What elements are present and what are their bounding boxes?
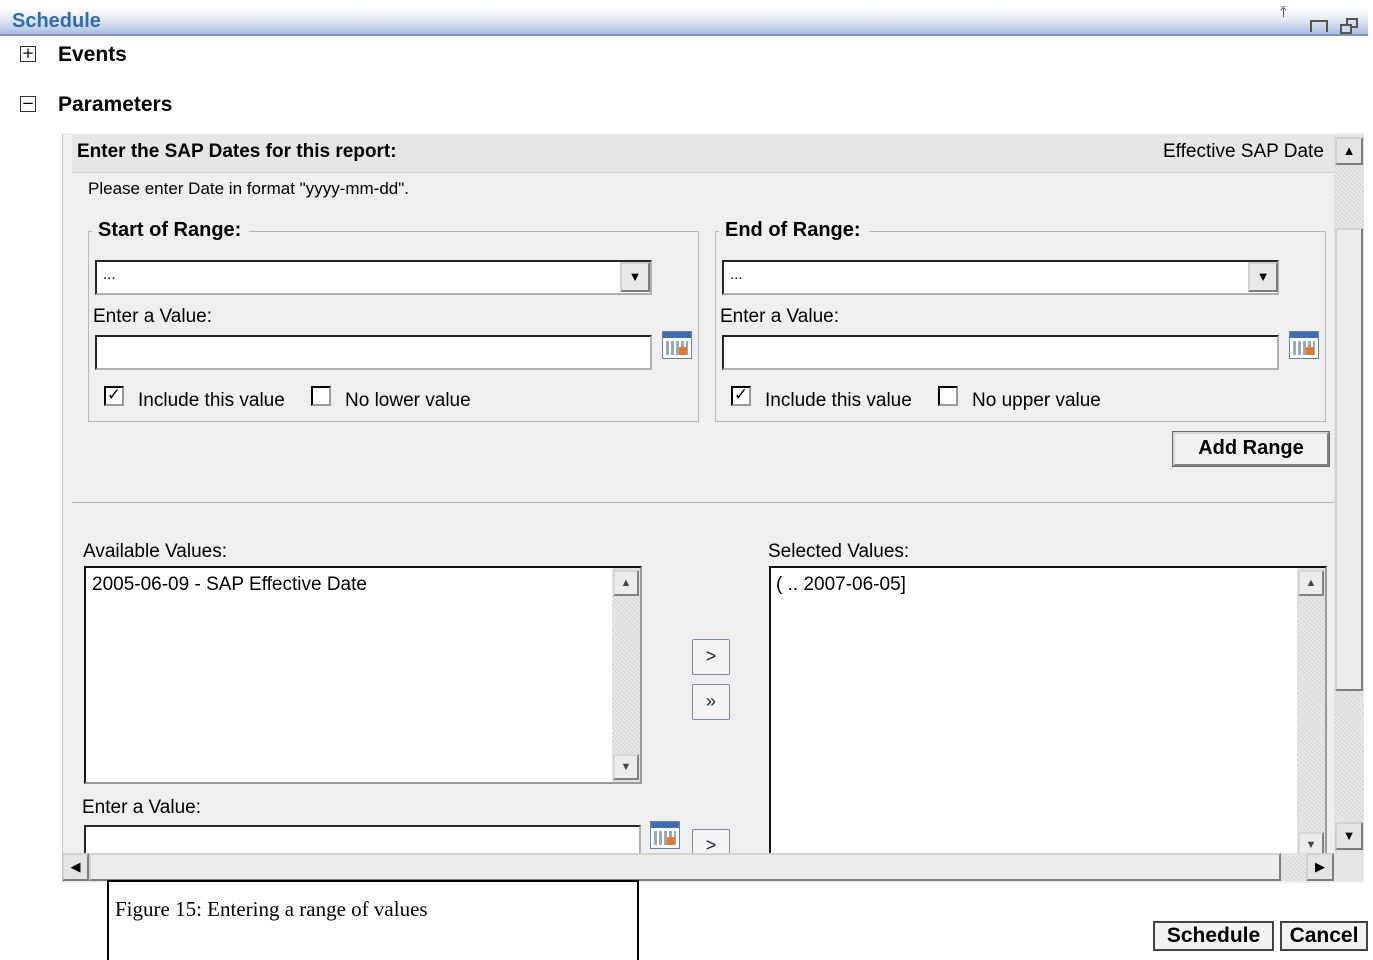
window-titlebar	[0, 8, 1368, 36]
parameter-prompt: Enter the SAP Dates for this report:	[77, 141, 397, 162]
scroll-up-icon[interactable]: ▲	[1335, 137, 1363, 165]
scroll-up-icon[interactable]: ▲	[1298, 570, 1324, 596]
chevron-down-icon[interactable]: ▼	[1248, 262, 1278, 292]
parameter-name: Effective SAP Date	[1163, 141, 1324, 162]
scroll-up-icon[interactable]: ▲	[613, 570, 639, 596]
calendar-icon[interactable]	[662, 331, 692, 359]
list-scrollbar[interactable]	[612, 568, 640, 782]
end-enter-label: Enter a Value:	[720, 306, 840, 327]
scroll-left-icon[interactable]: ◀	[62, 853, 89, 881]
start-include-checkbox[interactable]: ✓	[104, 386, 124, 406]
start-enter-label: Enter a Value:	[93, 306, 213, 327]
schedule-button[interactable]: Schedule	[1153, 921, 1274, 951]
available-values-label: Available Values:	[83, 541, 228, 562]
chevron-down-icon[interactable]: ▼	[620, 262, 650, 292]
date-format-hint: Please enter Date in format "yyyy-mm-dd"…	[88, 179, 410, 198]
scroll-corner	[1334, 853, 1364, 881]
panel-hscroll-thumb[interactable]	[89, 853, 1281, 881]
no-upper-label: No upper value	[972, 390, 1101, 411]
events-expand-icon[interactable]: +	[20, 46, 36, 62]
scroll-down-icon[interactable]: ▼	[1335, 822, 1363, 850]
panel-scroll-thumb[interactable]	[1335, 228, 1363, 691]
scroll-right-icon[interactable]: ▶	[1306, 853, 1334, 881]
start-value-input[interactable]	[95, 335, 652, 370]
parameters-collapse-icon[interactable]: −	[20, 96, 36, 112]
cancel-button[interactable]: Cancel	[1280, 921, 1368, 951]
figure-caption: Figure 15: Entering a range of values	[115, 897, 428, 921]
bottom-value-input[interactable]	[84, 825, 641, 855]
end-include-checkbox[interactable]: ✓	[731, 386, 751, 406]
available-values-list[interactable]: 2005-06-09 - SAP Effective Date ▲ ▼	[84, 566, 642, 784]
restore-icon[interactable]	[1340, 18, 1360, 34]
minimize-icon[interactable]	[1310, 20, 1328, 32]
scroll-down-icon[interactable]: ▼	[613, 754, 639, 780]
list-scrollbar[interactable]	[1297, 568, 1325, 864]
start-range-legend: Start of Range:	[92, 219, 250, 242]
selected-values-list[interactable]: ( .. 2007-06-05] ▲ ▼	[769, 566, 1327, 866]
end-range-legend: End of Range:	[719, 219, 869, 242]
start-combo-value: ...	[103, 266, 116, 283]
end-range-combo[interactable]: ...	[722, 260, 1279, 295]
separator	[72, 502, 1334, 503]
list-item[interactable]: ( .. 2007-06-05]	[776, 574, 906, 596]
end-include-label: Include this value	[765, 390, 912, 411]
window-title: Schedule	[12, 10, 101, 32]
no-lower-label: No lower value	[345, 390, 471, 411]
move-selected-button[interactable]: >	[692, 639, 730, 675]
parameters-section-label[interactable]: Parameters	[58, 93, 172, 117]
start-range-combo[interactable]: ...	[95, 260, 652, 295]
events-section-label[interactable]: Events	[58, 43, 127, 67]
move-all-button[interactable]: »	[692, 684, 730, 720]
start-include-label: Include this value	[138, 390, 285, 411]
list-item[interactable]: 2005-06-09 - SAP Effective Date	[92, 574, 367, 596]
selected-values-label: Selected Values:	[768, 541, 910, 562]
pin-icon[interactable]: ⤒	[1280, 4, 1287, 22]
no-lower-checkbox[interactable]	[311, 386, 331, 406]
end-value-input[interactable]	[722, 335, 1279, 370]
add-value-button[interactable]: >	[692, 829, 730, 855]
bottom-enter-label: Enter a Value:	[82, 797, 202, 818]
add-range-button[interactable]: Add Range	[1173, 432, 1329, 466]
no-upper-checkbox[interactable]	[938, 386, 958, 406]
calendar-icon[interactable]	[650, 821, 680, 849]
calendar-icon[interactable]	[1289, 331, 1319, 359]
end-combo-value: ...	[730, 266, 743, 283]
